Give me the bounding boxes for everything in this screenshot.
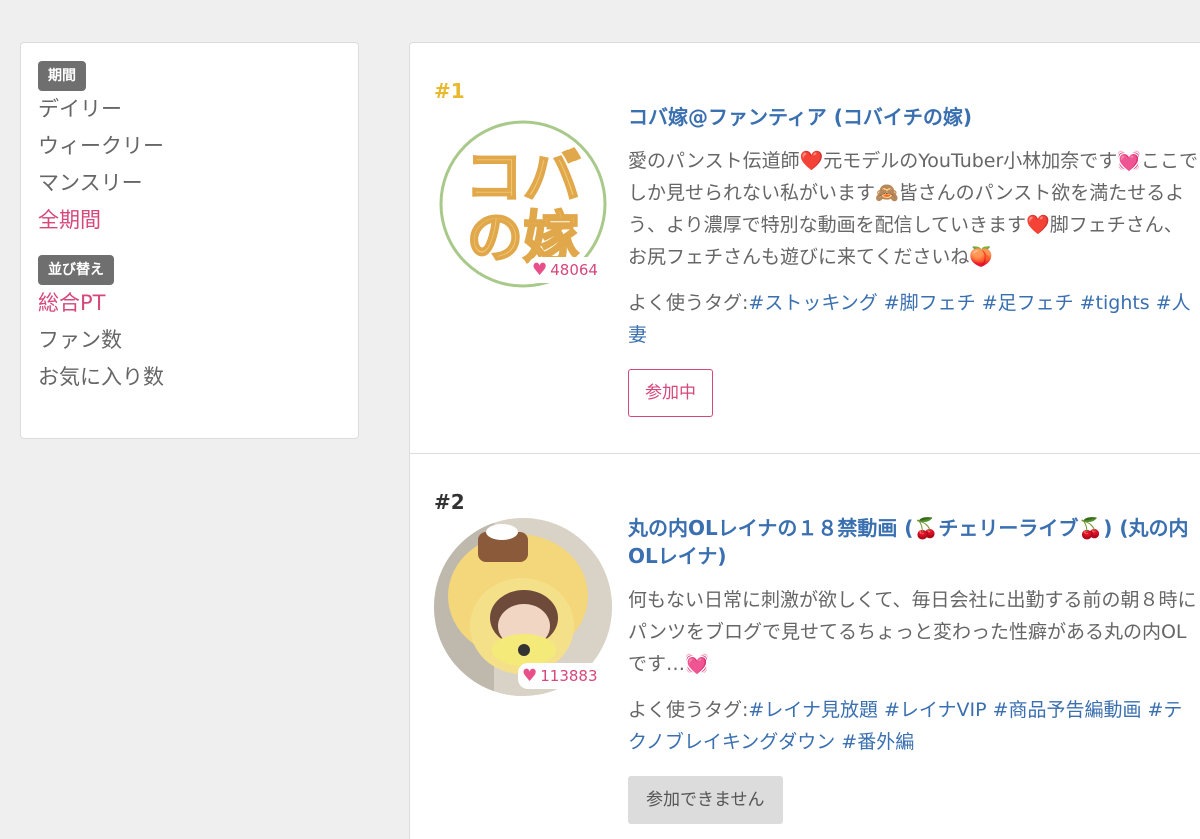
favorite-count-badge: ♥ 113883 xyxy=(518,663,604,689)
sort-total-pt[interactable]: 総合PT xyxy=(38,285,358,322)
heart-icon: ♥ xyxy=(532,260,548,280)
filter-sidebar: 期間 デイリー ウィークリー マンスリー 全期間 並び替え 総合PT ファン数 … xyxy=(20,42,359,439)
tag-list: よく使うタグ:#レイナ見放題 #レイナVIP #商品予告編動画 #テクノブレイキングダ… xyxy=(628,694,1200,758)
sort-group: 並び替え 総合PT ファン数 お気に入り数 xyxy=(38,255,358,396)
favorite-count: 48064 xyxy=(550,261,598,279)
rank-label: #1 xyxy=(434,79,465,103)
creator-title-link[interactable]: コバ嫁@ファンティア (コバイチの嫁) xyxy=(628,103,1200,131)
ranking-card: #1 コバ の嫁 ♥ 48064 コバ嫁@ファンティア (コバイチの嫁) 愛のパン… xyxy=(410,43,1200,454)
period-weekly[interactable]: ウィークリー xyxy=(38,128,358,165)
period-daily[interactable]: デイリー xyxy=(38,91,358,128)
heart-icon: ♥ xyxy=(522,666,538,686)
tag-link[interactable]: #ストッキング xyxy=(748,292,877,314)
tag-list: よく使うタグ:#ストッキング #脚フェチ #足フェチ #tights #人妻 xyxy=(628,287,1200,351)
favorite-count-badge: ♥ 48064 xyxy=(528,257,604,283)
sort-fan-count[interactable]: ファン数 xyxy=(38,322,358,359)
creator-info: 丸の内OLレイナの１８禁動画 (🍒チェリーライブ🍒) (丸の内OLレイナ) 何も… xyxy=(628,514,1200,824)
creator-info: コバ嫁@ファンティア (コバイチの嫁) 愛のパンスト伝道師❤️元モデルのYouT… xyxy=(628,103,1200,417)
period-group: 期間 デイリー ウィークリー マンスリー 全期間 xyxy=(38,61,358,239)
joined-button[interactable]: 参加中 xyxy=(628,369,713,417)
tags-label: よく使うタグ: xyxy=(628,292,749,314)
tag-link[interactable]: #商品予告編動画 xyxy=(993,699,1142,721)
period-all[interactable]: 全期間 xyxy=(38,202,358,239)
sort-favorites[interactable]: お気に入り数 xyxy=(38,359,358,396)
tag-link[interactable]: #脚フェチ xyxy=(884,292,976,314)
tag-link[interactable]: #レイナVIP xyxy=(884,699,987,721)
tag-link[interactable]: #レイナ見放題 xyxy=(748,699,878,721)
tags-label: よく使うタグ: xyxy=(628,699,749,721)
rank-label: #2 xyxy=(434,490,465,514)
period-monthly[interactable]: マンスリー xyxy=(38,165,358,202)
tag-link[interactable]: #tights xyxy=(1080,292,1150,314)
tag-link[interactable]: #番外編 xyxy=(841,731,914,753)
tag-link[interactable]: #足フェチ xyxy=(982,292,1074,314)
logo-text-top: コバ xyxy=(465,143,581,211)
period-badge: 期間 xyxy=(38,61,86,91)
ranking-card: #2 ♥ 113883 丸の内OLレイナの１８禁動画 (🍒チェリーライブ🍒) (丸… xyxy=(410,454,1200,839)
creator-description: 愛のパンスト伝道師❤️元モデルのYouTuber小林加奈です💓ここでしか見せられ… xyxy=(628,150,1198,268)
ranking-list: #1 コバ の嫁 ♥ 48064 コバ嫁@ファンティア (コバイチの嫁) 愛のパン… xyxy=(409,42,1200,839)
favorite-count: 113883 xyxy=(540,667,598,685)
creator-description: 何もない日常に刺激が欲しくて、毎日会社に出勤する前の朝８時にパンツをブログで見せ… xyxy=(628,589,1197,675)
cannot-join-button: 参加できません xyxy=(628,776,783,824)
sort-badge: 並び替え xyxy=(38,255,114,285)
creator-title-link[interactable]: 丸の内OLレイナの１８禁動画 (🍒チェリーライブ🍒) (丸の内OLレイナ) xyxy=(628,514,1200,570)
